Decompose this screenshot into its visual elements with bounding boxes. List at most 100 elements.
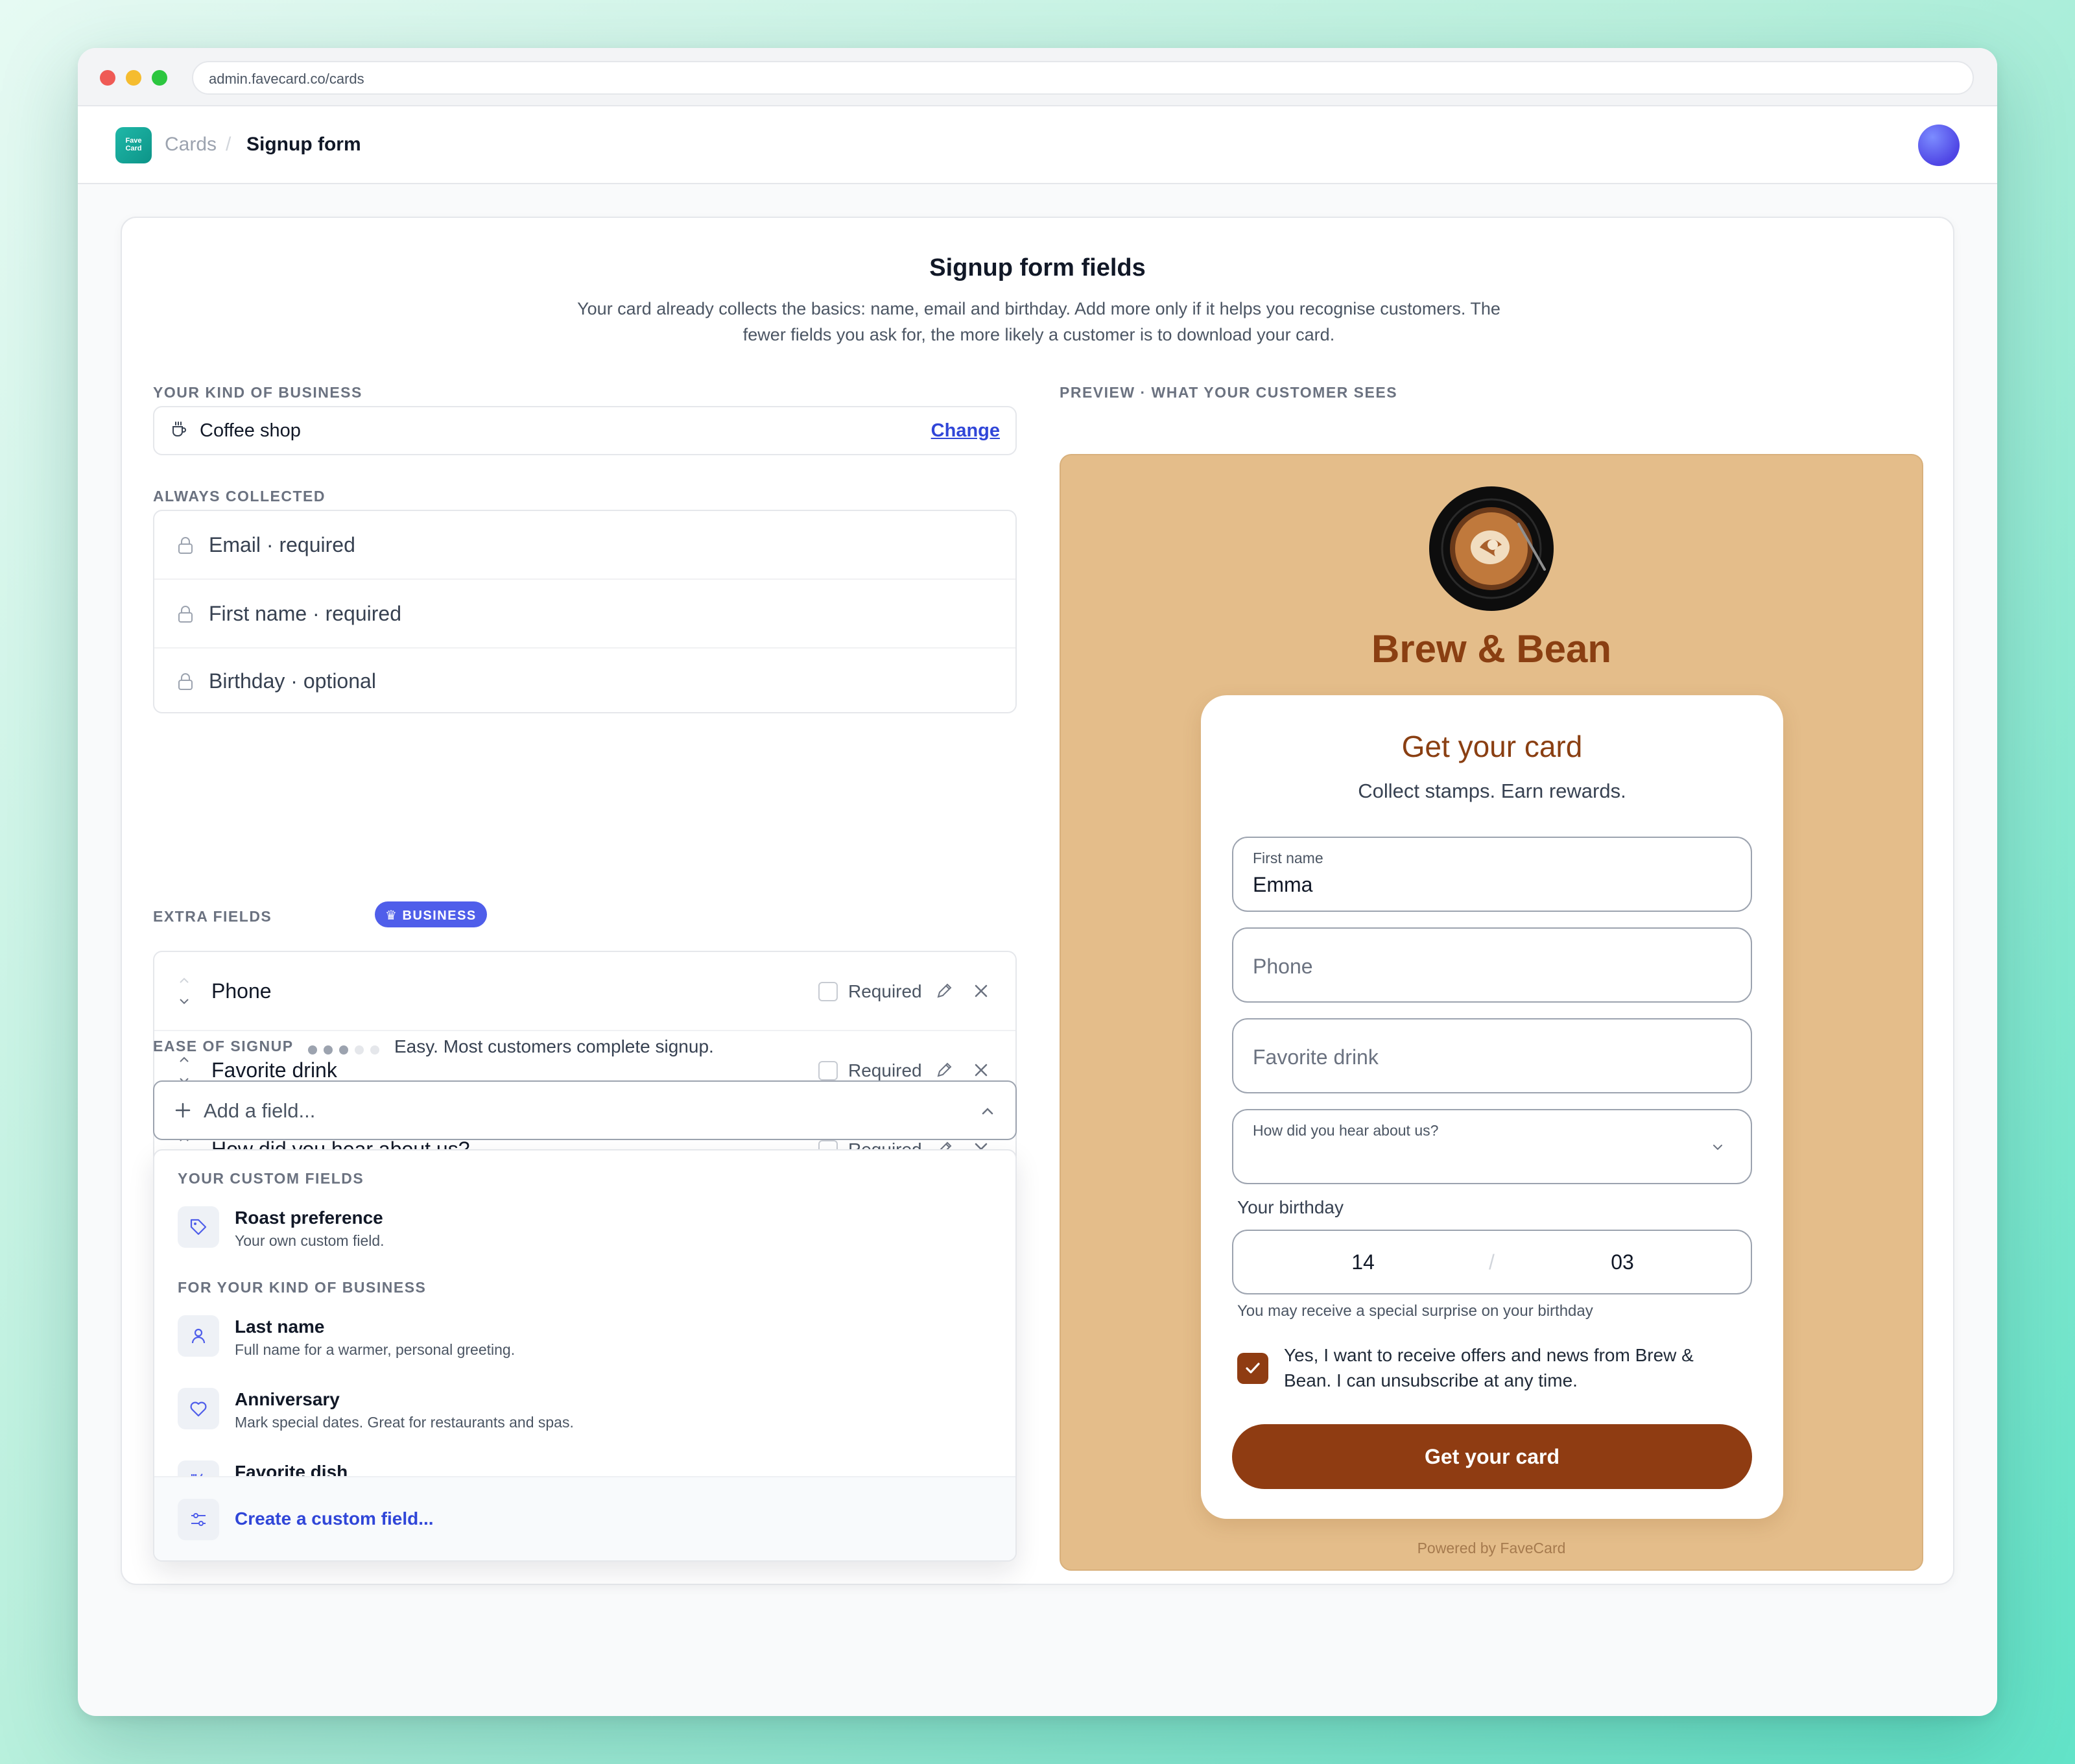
- badge-text: BUSINESS: [402, 909, 477, 923]
- dropdown-item-desc: Mark special dates. Great for restaurant…: [235, 1414, 574, 1431]
- breadcrumb-separator: /: [226, 134, 231, 155]
- breadcrumb-current: Signup form: [246, 134, 361, 155]
- extra-fields-label: EXTRA FIELDS: [153, 908, 272, 925]
- add-field-placeholder: Add a field...: [204, 1099, 316, 1122]
- hear-about-us-label: How did you hear about us?: [1253, 1122, 1439, 1139]
- field-label: Birthday · optional: [209, 669, 376, 693]
- sliders-icon: [178, 1499, 219, 1540]
- required-checkbox[interactable]: [818, 982, 838, 1001]
- app-header: Fave Card Cards / Signup form: [78, 106, 1997, 184]
- maximize-window-button[interactable]: [152, 70, 167, 86]
- card-subtitle: Collect stamps. Earn rewards.: [1358, 780, 1626, 802]
- close-icon[interactable]: [973, 1062, 990, 1079]
- close-window-button[interactable]: [100, 70, 115, 86]
- dropdown-item-title: Roast preference: [235, 1208, 383, 1228]
- logo-text-top: Fave: [125, 137, 142, 145]
- crown-icon: ♛: [385, 909, 403, 923]
- user-avatar[interactable]: [1918, 125, 1960, 166]
- ease-description: Easy. Most customers complete signup.: [394, 1036, 714, 1056]
- add-field-select[interactable]: Add a field...: [153, 1080, 1017, 1140]
- list-item: Birthday · optional: [154, 649, 1015, 713]
- plus-icon: [175, 1102, 191, 1118]
- card-title: Get your card: [1401, 730, 1583, 763]
- dropdown-item-roast-preference[interactable]: Roast preference Your own custom field.: [178, 1206, 995, 1258]
- pencil-icon[interactable]: [934, 1060, 954, 1080]
- dropdown-group-label: FOR YOUR KIND OF BUSINESS: [178, 1279, 427, 1296]
- required-label: Required: [848, 1060, 922, 1080]
- first-name-label: First name: [1253, 850, 1323, 866]
- list-item: First name · required: [154, 580, 1015, 649]
- get-your-card-button[interactable]: Get your card: [1232, 1424, 1752, 1489]
- tag-icon: [178, 1206, 219, 1248]
- brand-logo-coffee: [1429, 486, 1554, 611]
- first-name-value: Emma: [1253, 873, 1313, 896]
- chevron-down-icon: [1713, 1145, 1722, 1150]
- consent-checkbox[interactable]: [1237, 1353, 1268, 1384]
- signup-form-panel: Signup form fields Your card already col…: [121, 217, 1954, 1585]
- dropdown-item-desc: Your own custom field.: [235, 1232, 385, 1249]
- checkmark-icon: [1246, 1363, 1260, 1374]
- birthday-field[interactable]: 14 / 03: [1232, 1230, 1752, 1294]
- favorite-drink-placeholder: Favorite drink: [1253, 1045, 1379, 1069]
- favorite-drink-field[interactable]: Favorite drink: [1232, 1018, 1752, 1093]
- change-business-link[interactable]: Change: [931, 420, 1000, 442]
- powered-by: Powered by FaveCard: [1417, 1540, 1566, 1556]
- birthday-label: Your birthday: [1237, 1197, 1344, 1217]
- minimize-window-button[interactable]: [126, 70, 141, 86]
- close-icon[interactable]: [973, 983, 990, 999]
- brand-name: Brew & Bean: [1371, 627, 1612, 671]
- business-section-label: YOUR KIND OF BUSINESS: [153, 384, 362, 401]
- create-custom-field-button[interactable]: Create a custom field...: [154, 1476, 1015, 1560]
- chevron-up-icon: [982, 1108, 993, 1115]
- business-plan-badge: ♛ BUSINESS: [375, 901, 487, 927]
- first-name-field[interactable]: First name Emma: [1232, 837, 1752, 912]
- pencil-icon[interactable]: [934, 981, 954, 1001]
- lock-icon: [178, 537, 193, 554]
- phone-field[interactable]: Phone: [1232, 927, 1752, 1003]
- page-subtitle: Your card already collects the basics: n…: [577, 299, 1500, 344]
- consent-text: Yes, I want to receive offers and news f…: [1284, 1345, 1694, 1390]
- list-item: Email · required: [154, 511, 1015, 580]
- lock-icon: [178, 673, 193, 690]
- dropdown-group-label: YOUR CUSTOM FIELDS: [178, 1170, 364, 1187]
- ease-meter: [308, 1045, 379, 1055]
- signup-card: Get your card Collect stamps. Earn rewar…: [1201, 695, 1783, 1519]
- field-label: First name · required: [209, 602, 401, 625]
- dropdown-item-desc: Full name for a warmer, personal greetin…: [235, 1341, 516, 1358]
- dropdown-item-anniversary[interactable]: Anniversary Mark special dates. Great fo…: [178, 1388, 995, 1440]
- person-icon: [178, 1315, 219, 1357]
- create-custom-field-label: Create a custom field...: [235, 1508, 434, 1529]
- extra-field-label: Favorite drink: [211, 1058, 337, 1082]
- logo-text-bottom: Card: [125, 145, 142, 152]
- phone-placeholder: Phone: [1253, 955, 1313, 978]
- dropdown-item-title: Last name: [235, 1317, 325, 1337]
- heart-icon: [178, 1388, 219, 1429]
- address-bar[interactable]: admin.favecard.co/cards: [192, 61, 1974, 95]
- ease-of-signup-label: EASE OF SIGNUP: [153, 1038, 294, 1055]
- add-field-dropdown: YOUR CUSTOM FIELDS Roast preference Your…: [153, 1149, 1017, 1562]
- browser-window: admin.favecard.co/cards Fave Card Cards …: [78, 48, 1997, 1716]
- coffee-cup-icon: [172, 422, 186, 436]
- birthday-hint: You may receive a special surprise on yo…: [1237, 1302, 1593, 1320]
- birthday-day[interactable]: 14: [1233, 1250, 1493, 1274]
- reorder-handle-icon[interactable]: [176, 973, 192, 1010]
- dropdown-item-last-name[interactable]: Last name Full name for a warmer, person…: [178, 1315, 995, 1367]
- field-label: Email · required: [209, 533, 355, 556]
- list-item: Phone Required: [154, 952, 1015, 1031]
- favecard-logo[interactable]: Fave Card: [115, 127, 152, 163]
- hear-about-us-select[interactable]: How did you hear about us?: [1232, 1109, 1752, 1184]
- always-collected-list: Email · required First name · required B…: [153, 510, 1017, 713]
- business-type-value: Coffee shop: [200, 420, 301, 441]
- lock-icon: [178, 606, 193, 623]
- breadcrumb-cards[interactable]: Cards: [165, 134, 217, 156]
- business-selector: Coffee shop Change: [153, 406, 1017, 455]
- preview-section-label: PREVIEW · WHAT YOUR CUSTOMER SEES: [1060, 384, 1398, 401]
- required-label: Required: [848, 981, 922, 1001]
- page-title: Signup form fields: [929, 254, 1146, 281]
- birthday-month[interactable]: 03: [1493, 1250, 1752, 1274]
- browser-titlebar: admin.favecard.co/cards: [78, 48, 1997, 106]
- required-checkbox[interactable]: [818, 1061, 838, 1080]
- always-collected-label: ALWAYS COLLECTED: [153, 488, 326, 505]
- customer-preview: Brew & Bean Get your card Collect stamps…: [1060, 454, 1923, 1571]
- dropdown-item-title: Anniversary: [235, 1389, 340, 1409]
